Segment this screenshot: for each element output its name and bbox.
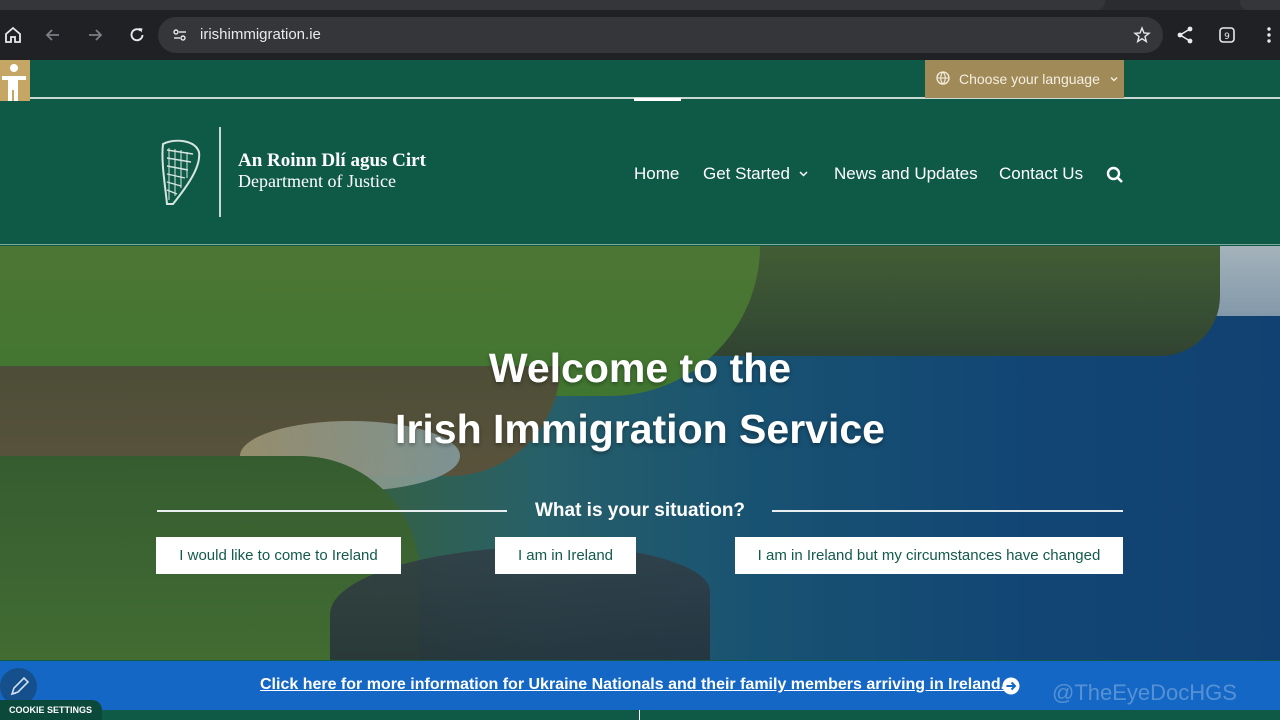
- situation-divider-right: [772, 510, 1123, 512]
- circumstances-changed-button[interactable]: I am in Ireland but my circumstances hav…: [735, 537, 1123, 574]
- nav-contact-us[interactable]: Contact Us: [999, 164, 1083, 184]
- cookie-settings-button[interactable]: COOKIE SETTINGS: [0, 700, 102, 720]
- nav-get-started-label: Get Started: [703, 164, 790, 183]
- nav-home[interactable]: Home: [634, 164, 679, 184]
- chevron-down-icon: [1109, 71, 1119, 87]
- chevron-down-icon: [798, 164, 809, 184]
- footer-strip: [0, 710, 1280, 720]
- tabs-icon[interactable]: 9: [1214, 22, 1240, 48]
- watermark-text: @TheEyeDocHGS: [1052, 680, 1237, 705]
- address-bar[interactable]: irishimmigration.ie: [158, 17, 1163, 53]
- accessibility-icon[interactable]: [0, 60, 30, 107]
- forward-icon[interactable]: [82, 22, 108, 48]
- back-icon[interactable]: [40, 22, 66, 48]
- star-icon[interactable]: [1133, 26, 1151, 49]
- tab-edge-right[interactable]: [1240, 0, 1280, 10]
- menu-icon[interactable]: [1256, 22, 1280, 48]
- site-settings-icon[interactable]: [172, 27, 188, 48]
- language-selector[interactable]: Choose your language: [925, 60, 1124, 98]
- active-tab-edge[interactable]: [0, 0, 1105, 10]
- harp-logo-icon[interactable]: [155, 138, 203, 215]
- hero-title: Welcome to the Irish Immigration Service: [0, 338, 1280, 460]
- search-icon[interactable]: [1106, 166, 1124, 184]
- home-icon[interactable]: [0, 22, 26, 48]
- situation-divider-left: [157, 510, 507, 512]
- reload-icon[interactable]: [124, 22, 150, 48]
- arrow-right-circle-icon[interactable]: [1002, 677, 1020, 700]
- ukraine-info-link[interactable]: Click here for more information for Ukra…: [260, 676, 1005, 694]
- department-name-english[interactable]: Department of Justice: [238, 171, 396, 192]
- nav-news-updates[interactable]: News and Updates: [834, 164, 978, 184]
- language-label: Choose your language: [959, 71, 1100, 87]
- department-name-irish[interactable]: An Roinn Dlí agus Cirt: [238, 150, 426, 172]
- logo-divider: [219, 127, 221, 217]
- share-icon[interactable]: [1172, 22, 1198, 48]
- url-text[interactable]: irishimmigration.ie: [200, 26, 321, 43]
- in-ireland-button[interactable]: I am in Ireland: [495, 537, 636, 574]
- tab-count: 9: [1224, 32, 1230, 42]
- hero-title-line1: Welcome to the: [488, 345, 792, 391]
- hero-title-line2: Irish Immigration Service: [395, 406, 885, 452]
- footer-tick: [639, 710, 640, 720]
- nav-get-started[interactable]: Get Started: [703, 164, 809, 184]
- globe-icon: [936, 70, 950, 88]
- situation-heading: What is your situation?: [534, 500, 746, 521]
- come-to-ireland-button[interactable]: I would like to come to Ireland: [156, 537, 401, 574]
